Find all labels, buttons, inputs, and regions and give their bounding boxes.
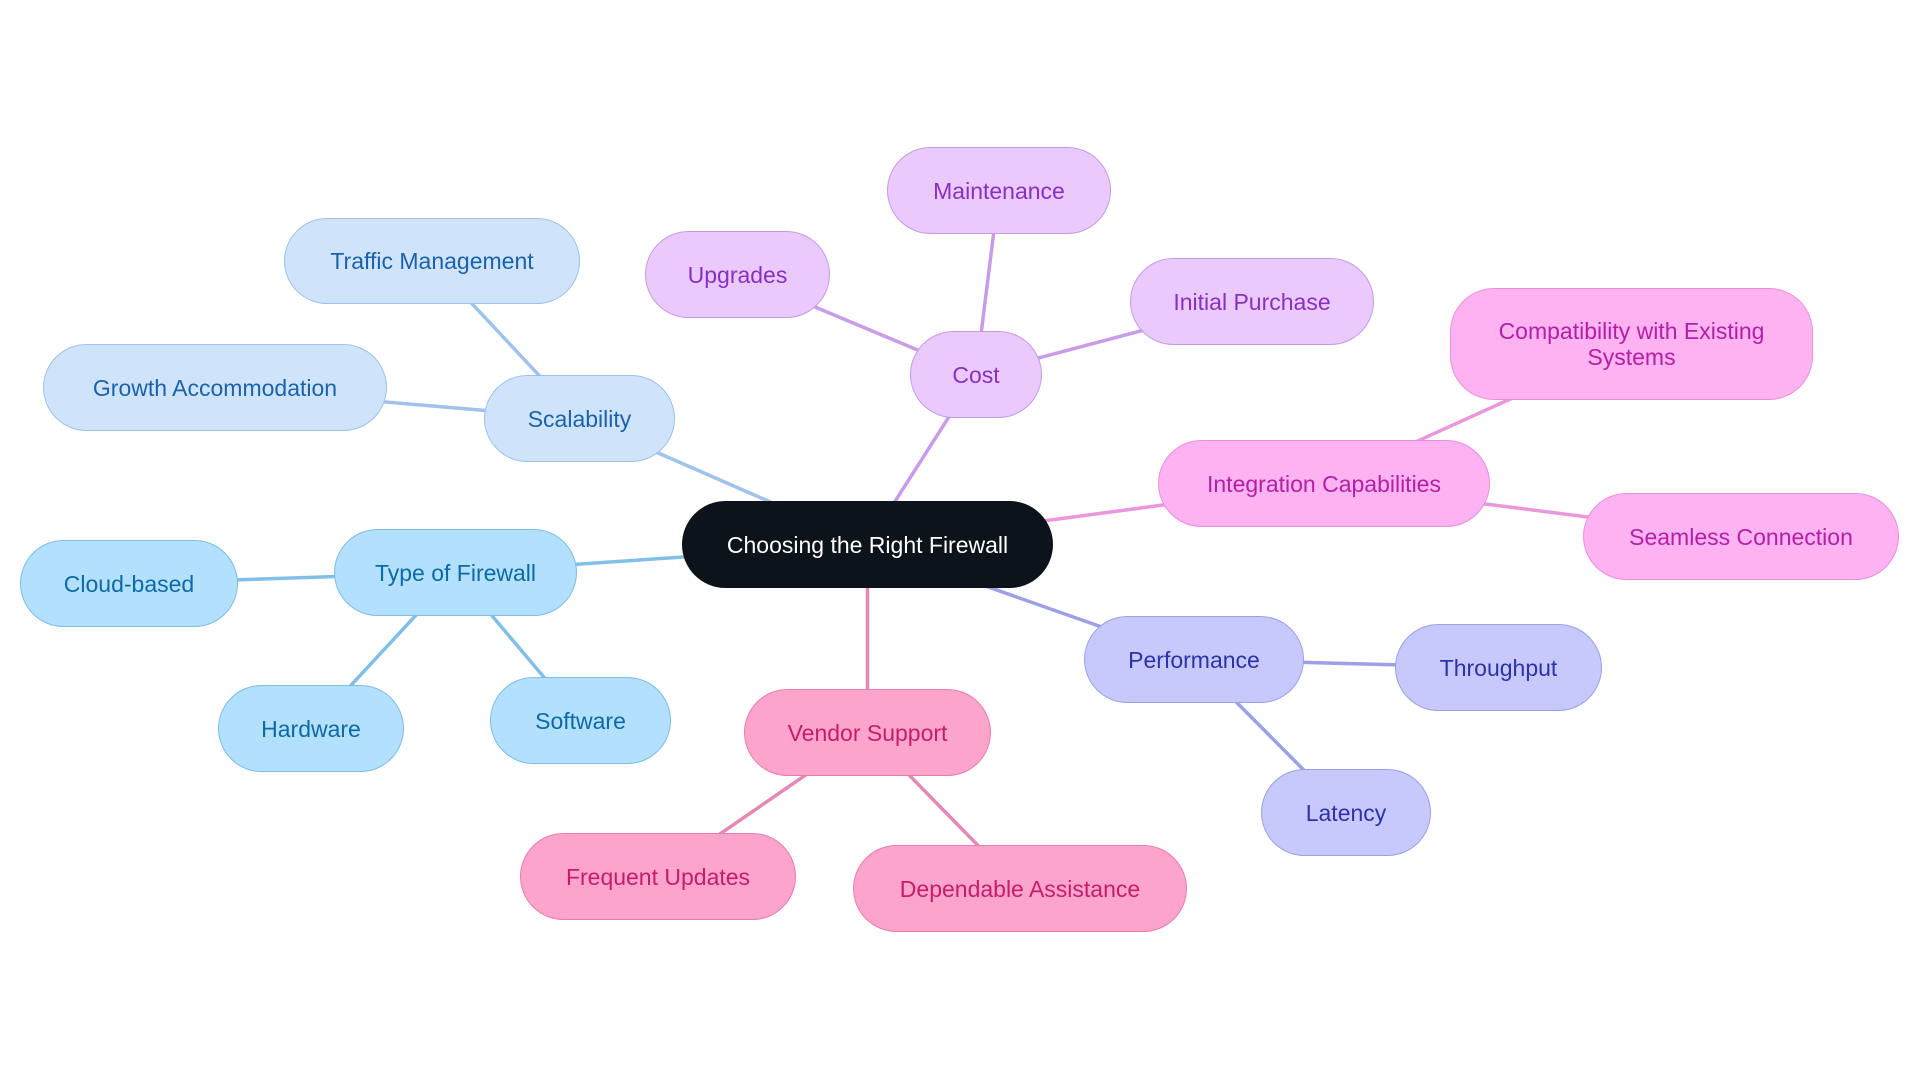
node-label: Traffic Management — [330, 248, 534, 274]
node-frequent-updates[interactable]: Frequent Updates — [520, 833, 796, 920]
node-growth-accommodation[interactable]: Growth Accommodation — [43, 344, 387, 431]
node-label: Upgrades — [687, 261, 788, 288]
node-label: Frequent Updates — [565, 863, 751, 890]
node-label: Latency — [1305, 799, 1387, 826]
node-label: Throughput — [1439, 654, 1558, 681]
node-software[interactable]: Software — [490, 677, 671, 764]
node-dependable-assistance[interactable]: Dependable Assistance — [853, 845, 1187, 932]
node-label: Integration Capabilities — [1207, 470, 1441, 497]
node-seamless-connection[interactable]: Seamless Connection — [1583, 493, 1899, 580]
node-label: Cloud-based — [63, 570, 195, 597]
node-compatibility-existing-systems[interactable]: Compatibility with Existing Systems — [1450, 288, 1813, 400]
node-type-of-firewall[interactable]: Type of Firewall — [334, 529, 577, 616]
node-label: Dependable Assistance — [899, 875, 1141, 902]
node-label: Cost — [952, 361, 1000, 388]
node-cloud-based[interactable]: Cloud-based — [20, 540, 238, 627]
node-label: Vendor Support — [787, 719, 948, 746]
node-integration-capabilities[interactable]: Integration Capabilities — [1158, 440, 1490, 527]
node-vendor-support[interactable]: Vendor Support — [744, 689, 991, 776]
node-label: Software — [535, 707, 626, 734]
node-maintenance[interactable]: Maintenance — [887, 147, 1111, 234]
node-initial-purchase[interactable]: Initial Purchase — [1130, 258, 1374, 345]
node-label: Hardware — [261, 715, 361, 742]
node-cost[interactable]: Cost — [910, 331, 1042, 418]
node-label: Scalability — [527, 405, 632, 432]
node-scalability[interactable]: Scalability — [484, 375, 675, 462]
node-label: Maintenance — [933, 177, 1065, 204]
node-performance[interactable]: Performance — [1084, 616, 1304, 703]
node-label: Growth Accommodation — [92, 374, 338, 401]
node-root[interactable]: Choosing the Right Firewall — [682, 501, 1053, 588]
node-latency[interactable]: Latency — [1261, 769, 1431, 856]
node-hardware[interactable]: Hardware — [218, 685, 404, 772]
node-label: Performance — [1128, 646, 1260, 673]
node-traffic-management[interactable]: Traffic Management — [284, 218, 580, 304]
node-label: Seamless Connection — [1629, 523, 1853, 550]
node-label: Choosing the Right Firewall — [726, 531, 1009, 558]
node-upgrades[interactable]: Upgrades — [645, 231, 830, 318]
node-throughput[interactable]: Throughput — [1395, 624, 1602, 711]
node-label: Compatibility with Existing Systems — [1498, 318, 1765, 370]
node-label: Initial Purchase — [1173, 288, 1331, 315]
node-label: Type of Firewall — [374, 559, 537, 586]
